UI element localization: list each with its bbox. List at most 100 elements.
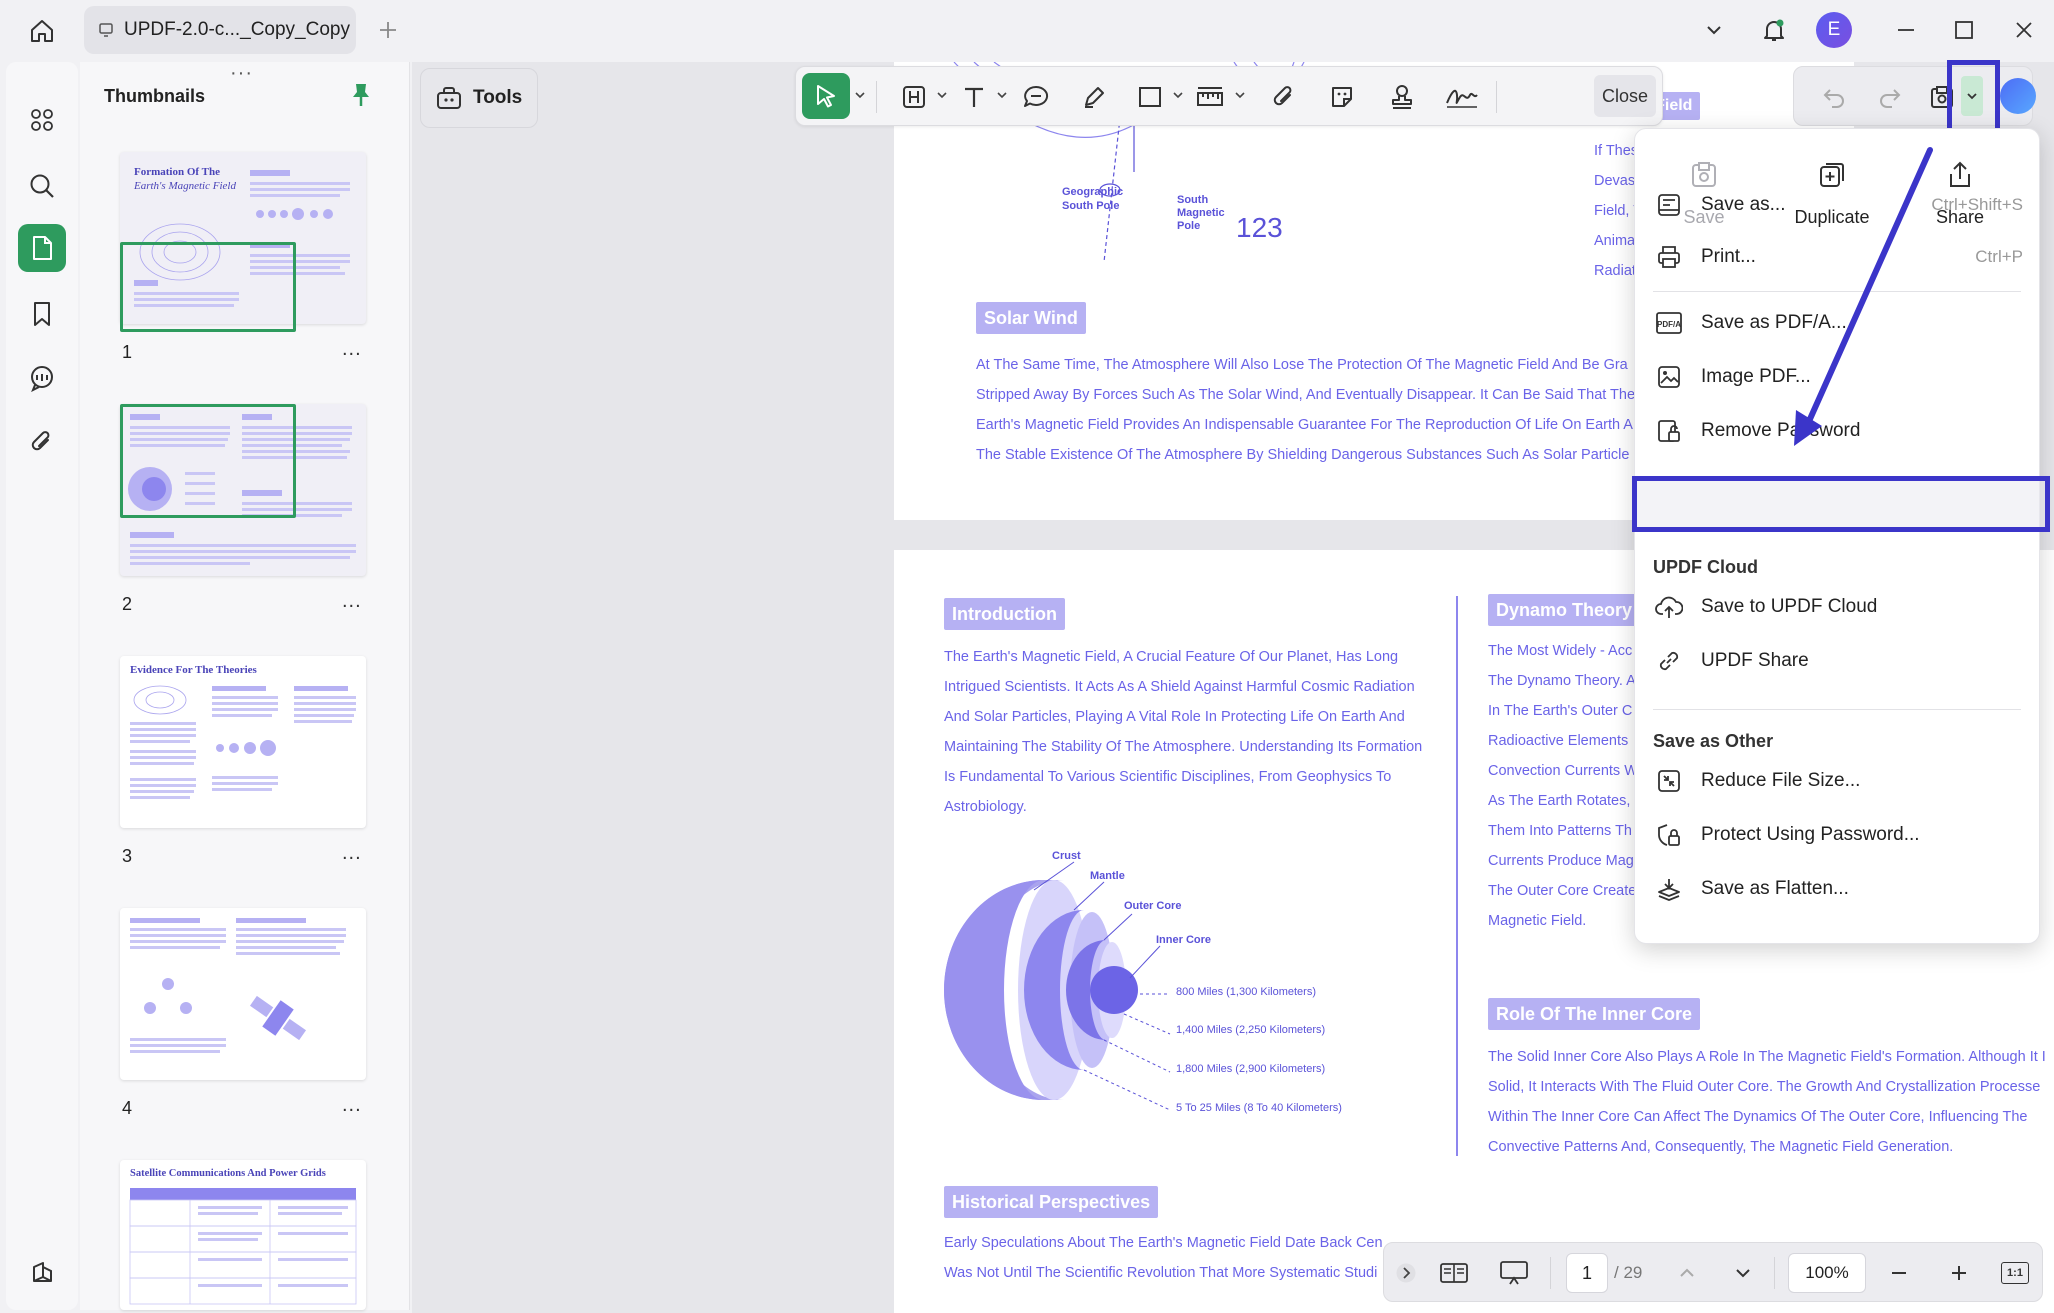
text-line: Intrigued Scientists. It Acts As A Shiel… — [944, 679, 1415, 695]
menu-item-save-as[interactable]: Save as... Ctrl+Shift+S — [1655, 183, 2029, 227]
chevron-down-icon[interactable] — [854, 89, 866, 101]
page-layout-button[interactable] — [1436, 1255, 1472, 1291]
menu-item-updf-share[interactable]: UPDF Share — [1655, 639, 2029, 683]
minus-icon — [1892, 1272, 1906, 1274]
text-line: Radioactive Elements — [1488, 733, 1629, 749]
tools-button[interactable]: Tools — [420, 68, 538, 128]
thumbnail-more-button[interactable]: ... — [342, 842, 362, 865]
rail-apps-button[interactable] — [18, 96, 66, 144]
avatar[interactable]: E — [1816, 12, 1852, 48]
paperclip-icon — [1273, 86, 1292, 106]
label-depth: 1,800 Miles (2,900 Kilometers) — [1176, 1063, 1326, 1075]
chevron-up-icon — [1680, 1268, 1694, 1277]
signature-tool-button[interactable] — [1440, 79, 1484, 115]
home-button[interactable] — [22, 14, 62, 48]
redo-icon — [1880, 89, 1901, 108]
bookmark-icon — [34, 302, 50, 326]
document-tab[interactable]: UPDF-2.0-c..._Copy_Copy — [84, 6, 356, 54]
menu-item-remove-password[interactable]: Remove Password — [1655, 409, 2029, 453]
text-line: Solid, It Interacts With The Fluid Outer… — [1488, 1079, 2041, 1095]
menu-divider — [1653, 709, 2021, 710]
presentation-button[interactable] — [1496, 1255, 1532, 1291]
add-tab-button[interactable] — [372, 14, 404, 46]
minimize-button[interactable] — [1886, 12, 1926, 48]
attach-tool-button[interactable] — [1266, 79, 1302, 115]
zoom-out-button[interactable] — [1884, 1255, 1914, 1291]
collapse-nav-button[interactable] — [1392, 1255, 1420, 1291]
page-number-input[interactable]: 1 — [1566, 1253, 1608, 1293]
ruler-icon — [1197, 87, 1223, 106]
toolbox-icon — [437, 87, 461, 109]
thumbnails-title: Thumbnails — [104, 86, 206, 106]
thumbnail-more-button[interactable]: ... — [342, 1094, 362, 1117]
menu-item-print[interactable]: Print... Ctrl+P — [1655, 235, 2029, 279]
text-line: Magnetic Field. — [1488, 913, 1587, 929]
pencil-tool-button[interactable] — [1074, 79, 1114, 115]
chevron-down-icon[interactable] — [936, 89, 948, 101]
shape-tool-button[interactable] — [1132, 79, 1168, 115]
undo-button[interactable] — [1816, 79, 1852, 115]
page-icon — [33, 236, 52, 260]
heading-inner-core: Role Of The Inner Core — [1488, 998, 1701, 1030]
rail-attachments-button[interactable] — [18, 418, 66, 466]
toolbar-divider — [1496, 81, 1497, 113]
text-tool-button[interactable] — [956, 79, 992, 115]
shield-lock-icon — [1658, 824, 1680, 846]
thumbnail-image — [120, 908, 366, 1080]
layers-icon — [33, 1262, 52, 1282]
chevron-down-icon[interactable] — [996, 89, 1008, 101]
actual-size-button[interactable]: 1:1 — [1998, 1255, 2032, 1291]
pin-panel-button[interactable] — [350, 82, 372, 108]
text-line: As The Earth Rotates, — [1488, 793, 1631, 809]
measure-tool-button[interactable] — [1190, 79, 1230, 115]
label-geographic-south-pole-1: Geographic — [1062, 186, 1124, 198]
menu-item-save-to-cloud[interactable]: Save to UPDF Cloud — [1655, 585, 2029, 629]
rail-settings-button[interactable] — [18, 1248, 66, 1296]
sticker-tool-button[interactable] — [1322, 79, 1362, 115]
highlight-tool-button[interactable] — [896, 79, 932, 115]
rail-comments-button[interactable] — [18, 354, 66, 402]
redo-button[interactable] — [1872, 79, 1908, 115]
rail-thumbnails-button[interactable] — [18, 224, 66, 272]
rectangle-icon — [1139, 87, 1161, 107]
stamp-icon — [1392, 85, 1412, 109]
menu-item-reduce-file-size[interactable]: Reduce File Size... — [1655, 759, 2029, 803]
undo-icon — [1823, 89, 1844, 108]
menu-item-image-pdf[interactable]: Image PDF... — [1655, 355, 2029, 399]
thumbnail-more-button[interactable]: ... — [342, 590, 362, 613]
close-window-button[interactable] — [2004, 12, 2044, 48]
select-tool-button[interactable] — [802, 73, 850, 119]
next-page-button[interactable] — [1728, 1255, 1758, 1291]
rail-search-button[interactable] — [18, 162, 66, 210]
ai-assistant-button[interactable] — [2000, 78, 2036, 114]
pencil-icon — [1085, 87, 1104, 108]
menu-item-save-as-flatten[interactable]: Save as Flatten... — [1655, 867, 2029, 911]
comment-tool-button[interactable] — [1016, 79, 1056, 115]
previous-page-button[interactable] — [1672, 1255, 1702, 1291]
chevron-down-icon[interactable] — [1172, 89, 1184, 101]
notifications-button[interactable] — [1754, 12, 1794, 48]
menu-item-save-as-pdfa[interactable]: PDF/A Save as PDF/A... — [1655, 301, 2029, 345]
signature-icon — [1446, 89, 1478, 108]
grid-icon — [31, 109, 53, 131]
menu-item-protect-password[interactable]: Protect Using Password... — [1655, 813, 2029, 857]
label-depth: 800 Miles (1,300 Kilometers) — [1176, 986, 1317, 998]
rail-bookmarks-button[interactable] — [18, 290, 66, 338]
compress-icon — [1658, 770, 1680, 792]
thumbnail-more-button[interactable]: ... — [342, 338, 362, 361]
heading-solar-wind: Solar Wind — [976, 302, 1086, 334]
zoom-in-button[interactable] — [1944, 1255, 1974, 1291]
close-markup-button[interactable]: Close — [1594, 75, 1656, 117]
highlight-box-dropdown — [1947, 60, 2000, 133]
text-line: Convection Currents W — [1488, 763, 1638, 779]
stamp-tool-button[interactable] — [1382, 79, 1422, 115]
tab-list-button[interactable] — [1694, 12, 1734, 48]
maximize-button[interactable] — [1944, 12, 1984, 48]
text-annotation[interactable]: 123 — [1236, 212, 1283, 244]
chevron-down-icon[interactable] — [1234, 89, 1246, 101]
panel-drag-handle[interactable]: ··· — [230, 62, 253, 85]
menu-section-cloud: UPDF Cloud — [1653, 557, 1758, 577]
text-line: Currents Produce Mag — [1488, 853, 1634, 869]
fit-label: 1:1 — [2001, 1262, 2029, 1284]
zoom-level-input[interactable]: 100% — [1788, 1253, 1866, 1293]
